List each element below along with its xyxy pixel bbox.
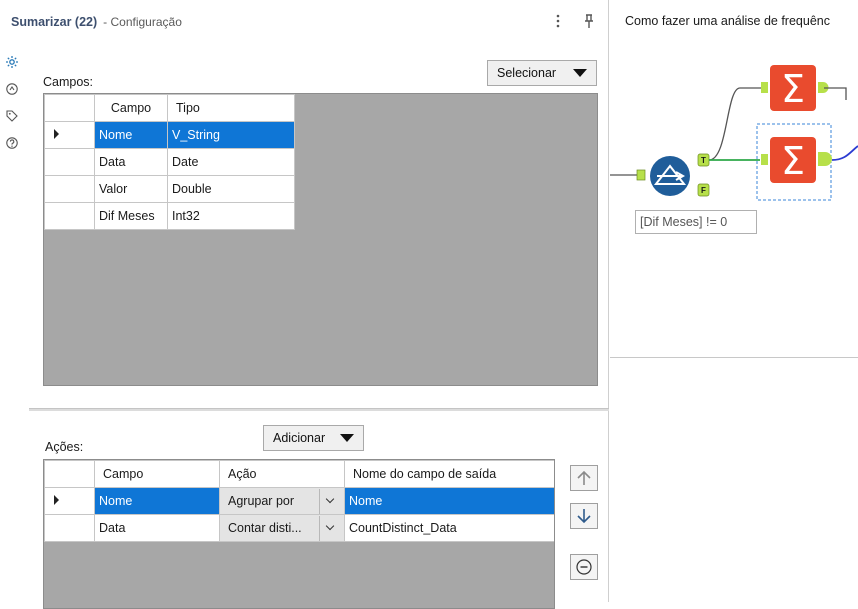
table-row[interactable]: Data Contar disti... CountDistinct_Data — [44, 514, 554, 542]
add-dropdown-label: Adicionar — [273, 431, 326, 445]
remove-button[interactable] — [570, 554, 598, 580]
column-header-tipo[interactable]: Tipo — [167, 94, 295, 122]
svg-text:Σ: Σ — [781, 139, 805, 183]
canvas-area[interactable]: Como fazer uma análise de frequênc T F Σ… — [610, 0, 858, 358]
tag-icon[interactable] — [5, 109, 19, 123]
output-name-cell[interactable]: Nome — [344, 487, 554, 515]
table-row[interactable]: Data Date — [44, 148, 295, 176]
move-down-icon — [577, 509, 591, 524]
output-name-cell[interactable]: CountDistinct_Data — [344, 514, 554, 542]
actions-table: Campo Ação Nome do campo de saída Nome A… — [44, 460, 554, 542]
row-selector[interactable] — [44, 121, 95, 149]
pane-splitter[interactable] — [29, 408, 609, 411]
dropdown-arrow-icon — [573, 69, 587, 77]
gear-icon[interactable] — [5, 55, 19, 69]
field-name-cell[interactable]: Nome — [94, 121, 168, 149]
action-combo[interactable]: Contar disti... — [219, 514, 345, 542]
workflow-canvas[interactable]: Como fazer uma análise de frequênc T F Σ… — [610, 0, 858, 602]
row-selector[interactable] — [44, 148, 95, 176]
move-up-icon — [577, 470, 591, 485]
actions-header-row: Campo Ação Nome do campo de saída — [44, 460, 554, 488]
column-header-campo[interactable]: Campo — [94, 460, 220, 488]
table-row[interactable]: Dif Meses Int32 — [44, 202, 295, 230]
column-header-nome-saida[interactable]: Nome do campo de saída — [344, 460, 554, 488]
action-combo-value: Agrupar por — [228, 494, 295, 508]
more-options-icon[interactable] — [549, 12, 567, 30]
panel-header: Sumarizar (22) - Configuração — [0, 0, 609, 44]
add-dropdown[interactable]: Adicionar — [263, 425, 364, 451]
refresh-icon[interactable] — [5, 82, 19, 96]
summarize-tool-selected-icon[interactable]: Σ — [770, 137, 816, 183]
panel-subtitle: - Configuração — [103, 15, 182, 29]
field-type-cell[interactable]: Int32 — [167, 202, 295, 230]
actions-grid: Campo Ação Nome do campo de saída Nome A… — [43, 459, 555, 609]
svg-text:Σ: Σ — [781, 67, 805, 111]
table-row[interactable]: Nome V_String — [44, 121, 295, 149]
fields-table: Campo Tipo Nome V_String Data Date Valor… — [44, 94, 295, 230]
svg-text:F: F — [701, 186, 706, 195]
actions-label: Ações: — [45, 440, 84, 454]
chevron-down-icon[interactable] — [319, 515, 340, 541]
action-field-cell[interactable]: Data — [94, 514, 220, 542]
dropdown-arrow-icon — [340, 434, 354, 442]
move-down-button[interactable] — [570, 503, 598, 529]
pin-icon[interactable] — [580, 12, 598, 30]
table-row[interactable]: Valor Double — [44, 175, 295, 203]
field-name-cell[interactable]: Valor — [94, 175, 168, 203]
row-selector[interactable] — [44, 202, 95, 230]
current-row-icon — [54, 129, 59, 139]
current-row-icon — [54, 495, 59, 505]
field-type-cell[interactable]: V_String — [167, 121, 295, 149]
fields-header-row: Campo Tipo — [44, 94, 295, 122]
filter-input-anchor — [636, 169, 646, 181]
row-selector[interactable] — [44, 487, 95, 515]
column-header-acao[interactable]: Ação — [219, 460, 345, 488]
filter-tool-icon[interactable] — [650, 156, 690, 196]
action-combo[interactable]: Agrupar por — [219, 487, 345, 515]
remove-icon — [576, 559, 592, 575]
field-type-cell[interactable]: Double — [167, 175, 295, 203]
summarize-selected-output-anchor — [818, 152, 832, 166]
row-header-corner — [44, 460, 95, 488]
select-dropdown[interactable]: Selecionar — [487, 60, 597, 86]
action-combo-value: Contar disti... — [228, 521, 302, 535]
summarize-selected-input-anchor — [761, 154, 768, 165]
fields-label: Campos: — [43, 75, 94, 89]
connector-out-selected — [831, 145, 858, 161]
table-row[interactable]: Nome Agrupar por Nome — [44, 487, 554, 515]
configuration-panel: Sumarizar (22) - Configuração Campos: Se… — [0, 0, 609, 609]
summarize-tool-top-icon[interactable]: Σ — [770, 65, 816, 111]
row-selector[interactable] — [44, 514, 95, 542]
connector-to-summarize-top — [708, 87, 764, 161]
true-output-anchor[interactable]: T — [697, 153, 710, 167]
row-selector[interactable] — [44, 175, 95, 203]
summarize-top-input-anchor — [761, 82, 768, 93]
svg-text:T: T — [701, 156, 706, 165]
chevron-down-icon[interactable] — [319, 488, 340, 514]
select-dropdown-label: Selecionar — [497, 66, 557, 80]
false-output-anchor[interactable]: F — [697, 183, 710, 197]
filter-annotation: [Dif Meses] != 0 — [635, 210, 757, 234]
column-header-campo[interactable]: Campo — [94, 94, 168, 122]
field-name-cell[interactable]: Data — [94, 148, 168, 176]
fields-grid: Campo Tipo Nome V_String Data Date Valor… — [43, 93, 598, 386]
row-header-corner — [44, 94, 95, 122]
field-name-cell[interactable]: Dif Meses — [94, 202, 168, 230]
field-type-cell[interactable]: Date — [167, 148, 295, 176]
help-icon[interactable] — [5, 136, 19, 150]
workflow-graph: T F Σ Σ — [610, 65, 858, 201]
action-field-cell[interactable]: Nome — [94, 487, 220, 515]
move-up-button[interactable] — [570, 465, 598, 491]
panel-title: Sumarizar (22) — [11, 15, 98, 29]
